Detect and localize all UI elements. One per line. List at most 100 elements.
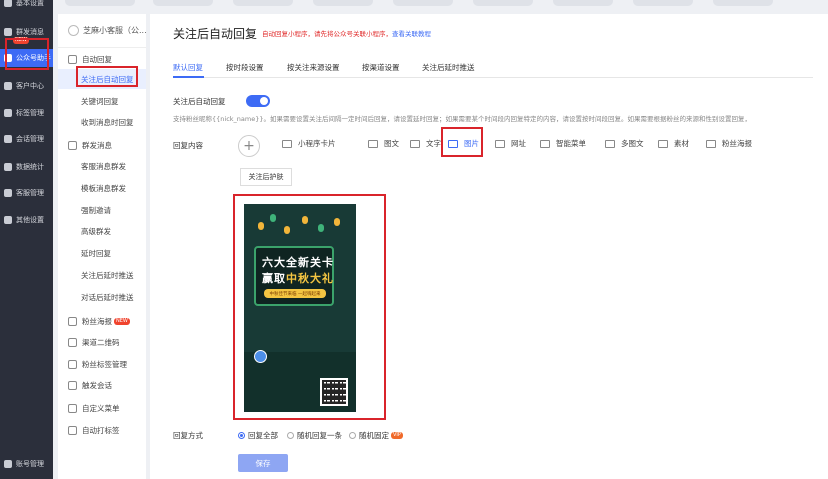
- page-title: 关注后自动回复: [173, 27, 258, 41]
- menu-icon: [68, 403, 77, 413]
- submenu-item-force-invite[interactable]: 强制邀请: [58, 200, 146, 220]
- skin-care-button[interactable]: 关注后护肤: [240, 168, 292, 186]
- submenu-item-template-broadcast[interactable]: 模板消息群发: [58, 178, 146, 198]
- label-icon: [68, 425, 77, 435]
- article-icon: [368, 139, 378, 148]
- tab-default-reply[interactable]: 默认回复: [173, 62, 203, 73]
- reply-mode-label: 回复方式: [173, 431, 203, 440]
- title-note: 自动回复小程序，请先将公众号关联小程序，查看关联教程: [262, 30, 431, 38]
- tutorial-link[interactable]: 查看关联教程: [392, 30, 431, 38]
- nav-item-stats[interactable]: 数据统计: [0, 158, 53, 176]
- user-icon: [4, 82, 12, 90]
- poster-image[interactable]: 六大全新关卡 赢取中秋大礼 中秋佳节来临 一起嗨起来: [244, 204, 356, 412]
- gear-icon: [4, 216, 12, 224]
- save-button[interactable]: 保存: [238, 454, 288, 472]
- poster-icon: [68, 316, 77, 326]
- lantern-decoration: [318, 224, 324, 232]
- content-label: 回复内容: [173, 141, 203, 150]
- tag-icon: [4, 109, 12, 117]
- type-mini-program-card[interactable]: 小程序卡片: [282, 138, 336, 149]
- type-multi-article[interactable]: 多图文: [605, 138, 644, 149]
- link-icon: [495, 139, 505, 148]
- text-icon: [410, 139, 420, 148]
- nav-item-account[interactable]: 账号管理: [0, 455, 53, 473]
- submenu-item-delayed-reply[interactable]: 延时回复: [58, 243, 146, 263]
- lantern-decoration: [258, 222, 264, 230]
- submenu-group-custom-menu[interactable]: 自定义菜单: [58, 398, 146, 418]
- nav-item-service[interactable]: 客服管理: [0, 184, 53, 202]
- poster-board: 六大全新关卡 赢取中秋大礼 中秋佳节来临 一起嗨起来: [254, 246, 334, 306]
- hint-text: 支持粉丝昵称{{nick_name}}。如果需要设置关注后间隔一定时间后回复，请…: [173, 115, 751, 123]
- tab-by-time[interactable]: 按时段设置: [226, 62, 264, 73]
- reply-tabs: 默认回复 按时段设置 按关注来源设置 按渠道设置 关注后延时推送: [173, 58, 813, 78]
- vip-badge: VIP: [391, 432, 403, 439]
- nav-item-basic-settings[interactable]: 基本设置: [0, 0, 53, 12]
- active-tab-underline: [173, 76, 204, 78]
- qrcode-image: [320, 378, 348, 406]
- new-badge: NEW: [114, 317, 130, 325]
- lantern-decoration: [302, 216, 308, 224]
- card-icon: [282, 139, 292, 148]
- main-nav: 基本设置 群发消息 公众号助手 NEW 客户中心 标签管理 会话管理 数据统计 …: [0, 0, 53, 479]
- tag-icon: [68, 359, 77, 369]
- material-icon: [658, 139, 668, 148]
- tab-delayed-push[interactable]: 关注后延时推送: [422, 62, 475, 73]
- menu-icon: [540, 139, 550, 148]
- account-icon: [4, 460, 12, 468]
- nav-item-other-settings[interactable]: 其他设置: [0, 211, 53, 229]
- toggle-label: 关注后自动回复: [173, 97, 226, 106]
- poster-subline: 中秋佳节来临 一起嗨起来: [264, 289, 326, 298]
- type-url[interactable]: 网址: [495, 138, 526, 149]
- type-article[interactable]: 图文: [368, 138, 399, 149]
- highlight-box-image-type: [441, 127, 483, 157]
- poster-headline: 六大全新关卡: [262, 256, 334, 269]
- nav-item-customers[interactable]: 客户中心: [0, 77, 53, 95]
- top-tab-strip: [53, 0, 828, 8]
- submenu-group-trigger-session[interactable]: 触发会话: [58, 375, 146, 395]
- highlight-box-nav: [5, 38, 49, 70]
- submenu-item-chat-delay-push[interactable]: 对话后延时推送: [58, 287, 146, 307]
- submenu-item-keyword-reply[interactable]: 关键词回复: [58, 91, 146, 111]
- submenu-item-advanced-broadcast[interactable]: 高级群发: [58, 221, 146, 241]
- settings-icon: [4, 0, 12, 7]
- lantern-decoration: [270, 214, 276, 222]
- submenu-group-channel-qrcode[interactable]: 渠道二维码: [58, 332, 146, 352]
- submenu-group-broadcast[interactable]: 群发消息: [58, 135, 146, 155]
- submenu-group-fan-tags[interactable]: 粉丝标签管理: [58, 354, 146, 374]
- lantern-decoration: [334, 218, 340, 226]
- radio-random-one[interactable]: 随机回复一条: [287, 430, 342, 441]
- lantern-decoration: [284, 226, 290, 234]
- qrcode-icon: [68, 337, 77, 347]
- poster-icon: [706, 139, 716, 148]
- reply-icon: [68, 54, 77, 64]
- type-material[interactable]: 素材: [658, 138, 689, 149]
- auto-reply-toggle[interactable]: [246, 95, 270, 107]
- tab-by-channel[interactable]: 按渠道设置: [362, 62, 400, 73]
- chat-icon: [4, 135, 12, 143]
- add-content-button[interactable]: +: [238, 135, 260, 157]
- type-fan-poster[interactable]: 粉丝海报: [706, 138, 752, 149]
- account-selector[interactable]: 芝麻小客服（公...: [58, 14, 146, 48]
- radio-reply-all[interactable]: 回复全部: [238, 430, 278, 441]
- highlight-box-submenu: [76, 66, 138, 87]
- chart-icon: [4, 163, 12, 171]
- submenu-group-fan-poster[interactable]: 粉丝海报 NEW: [58, 311, 146, 331]
- submenu-group-auto-label[interactable]: 自动打标签: [58, 420, 146, 440]
- send-icon: [4, 28, 12, 36]
- multi-article-icon: [605, 139, 615, 148]
- nav-item-tags[interactable]: 标签管理: [0, 104, 53, 122]
- main-panel: 关注后自动回复 自动回复小程序，请先将公众号关联小程序，查看关联教程 默认回复 …: [150, 14, 828, 479]
- type-smart-menu[interactable]: 智能菜单: [540, 138, 586, 149]
- tab-by-source[interactable]: 按关注来源设置: [287, 62, 340, 73]
- radio-random-fixed[interactable]: 随机固定 VIP: [349, 430, 403, 441]
- submenu-item-service-broadcast[interactable]: 客服消息群发: [58, 156, 146, 176]
- submenu-item-message-reply[interactable]: 收到消息时回复: [58, 112, 146, 132]
- avatar: [254, 350, 267, 363]
- trigger-icon: [68, 380, 77, 390]
- submenu-item-follow-delay-push[interactable]: 关注后延时推送: [58, 265, 146, 285]
- account-avatar: [68, 25, 79, 36]
- service-icon: [4, 189, 12, 197]
- type-text[interactable]: 文字: [410, 138, 441, 149]
- poster-headline-2: 赢取中秋大礼: [262, 272, 334, 285]
- nav-item-sessions[interactable]: 会话管理: [0, 130, 53, 148]
